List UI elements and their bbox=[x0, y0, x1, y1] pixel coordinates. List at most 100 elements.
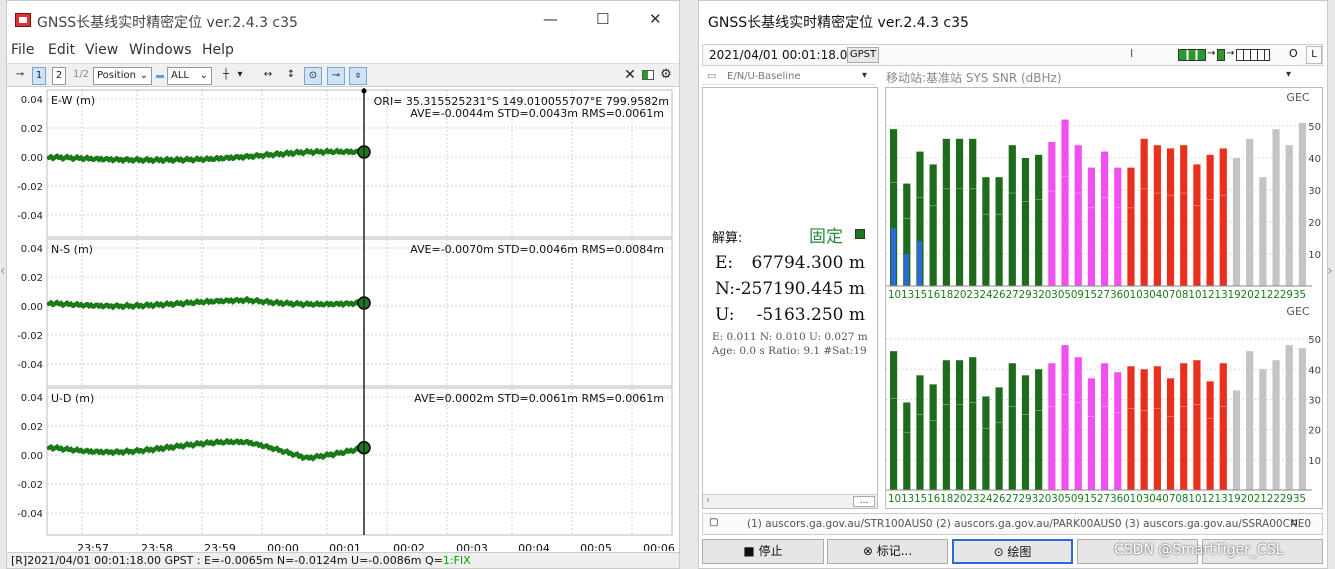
status-bar: [R]2021/04/01 00:01:18.00 GPST : E=-0.00… bbox=[7, 552, 679, 568]
prn-labels: 1013151618202324262729320305091527360103… bbox=[888, 493, 1306, 505]
snr-bar bbox=[890, 351, 898, 490]
snr-bar bbox=[1140, 369, 1148, 490]
mark-button[interactable]: ⊗ 标记... bbox=[827, 539, 948, 564]
east-label: E: bbox=[715, 253, 734, 273]
more-button[interactable]: ... bbox=[853, 496, 875, 507]
page1-button[interactable]: 1 bbox=[32, 67, 46, 85]
plot-type-select[interactable]: Position ⌄ bbox=[93, 67, 152, 85]
connect-icon[interactable]: ⊸ bbox=[11, 67, 29, 85]
snr-bar bbox=[1035, 369, 1043, 490]
snr-bar bbox=[1153, 145, 1161, 286]
snr-bar bbox=[1087, 378, 1096, 490]
snr-bar bbox=[1193, 360, 1201, 490]
snr-bar bbox=[995, 387, 1003, 490]
snr-plot-select[interactable]: 移动站:基准站 SYS SNR (dBHz) ▾ bbox=[886, 69, 1296, 85]
position-plot[interactable]: 0.04 0.02 0.00 -0.02 -0.04 E-W (m) AVE=-0.0044… bbox=[7, 88, 679, 551]
panel-label: U-D (m) bbox=[51, 392, 94, 405]
snr-bar bbox=[1127, 366, 1135, 490]
snr-bar bbox=[1298, 348, 1307, 490]
y-tick-label: 0.04 bbox=[21, 393, 43, 404]
chevron-down-icon: ⌄ bbox=[199, 70, 208, 81]
x-tick-label: 00:04 bbox=[518, 542, 550, 551]
snr-bar bbox=[1021, 158, 1030, 286]
snr-bar bbox=[1219, 363, 1227, 490]
x-tick-label: 00:02 bbox=[393, 542, 425, 551]
snr-bar bbox=[969, 357, 977, 490]
gnss-systems-label: GEC bbox=[1286, 91, 1309, 104]
menu-view[interactable]: View bbox=[85, 42, 118, 58]
y-tick-label: 10 bbox=[1308, 456, 1321, 467]
snr-bar bbox=[1061, 119, 1069, 286]
y-tick-label: 0.04 bbox=[21, 95, 43, 106]
y-tick-label: -0.04 bbox=[17, 509, 43, 520]
snr-bar bbox=[929, 384, 937, 490]
input-indicator bbox=[1178, 49, 1206, 61]
dropdown-arrow-icon: ▾ bbox=[862, 70, 868, 81]
snr-plot-value: 移动站:基准站 SYS SNR (dBHz) bbox=[886, 71, 1062, 85]
snr-bar bbox=[1114, 372, 1122, 490]
accuracy-text: E: 0.011 N: 0.010 U: 0.027 m bbox=[712, 331, 868, 343]
snr-bar bbox=[1285, 145, 1293, 286]
center-origin-icon[interactable]: ⊙ bbox=[304, 67, 322, 85]
plot-button[interactable]: ⊙ 绘图 bbox=[952, 539, 1073, 564]
crosshair-icon[interactable]: ┼ bbox=[219, 67, 233, 85]
x-tick-label: 23:59 bbox=[204, 542, 236, 551]
panel-label: N-S (m) bbox=[51, 243, 93, 256]
color-indicator bbox=[156, 75, 164, 78]
solution-panel: 解算: 固定 E: 67794.300 m N: -257190.445 m U… bbox=[702, 87, 878, 509]
menu-edit[interactable]: Edit bbox=[48, 42, 75, 58]
stream-text: (1) auscors.ga.gov.au/STR100AUS0 (2) aus… bbox=[747, 518, 1312, 530]
y-tick-label: 20 bbox=[1308, 218, 1321, 229]
snr-bar bbox=[1246, 138, 1254, 286]
menu-help[interactable]: Help bbox=[202, 42, 234, 58]
snr-bar bbox=[969, 138, 977, 286]
center-track-icon[interactable]: ⊸ bbox=[327, 67, 345, 85]
snr-bar bbox=[1035, 154, 1043, 286]
scroll-left-icon[interactable]: ‹ bbox=[0, 263, 6, 279]
resize-icon: ▫ bbox=[1291, 517, 1298, 528]
scrollbar[interactable]: ‹ ... bbox=[703, 494, 877, 508]
snr-bar bbox=[1021, 375, 1030, 490]
input-stream-button[interactable]: I bbox=[1130, 47, 1133, 60]
snr-chart: 50 40 30 20 10 GEC 101315161820232426272932030… bbox=[886, 91, 1321, 505]
origin-text: ORI= 35.315525231°S 149.010055707°E 799.… bbox=[374, 95, 669, 108]
solution-type-select[interactable]: ▭ E/N/U-Baseline ▾ bbox=[702, 69, 877, 85]
gear-icon[interactable]: ⚙ bbox=[659, 67, 673, 85]
snr-bar bbox=[1153, 366, 1161, 490]
time-sync-icon[interactable]: ⌽ bbox=[349, 67, 367, 85]
fit-horizontal-icon[interactable]: ↔ bbox=[260, 67, 276, 85]
window-title: GNSS长基线实时精密定位 ver.2.4.3 c35 bbox=[708, 15, 969, 31]
fit-vertical-icon[interactable]: ↕ bbox=[283, 67, 299, 85]
snr-bar bbox=[1048, 142, 1056, 286]
close-plot-icon[interactable]: ✕ bbox=[624, 67, 636, 85]
output-stream-button[interactable]: O bbox=[1289, 47, 1298, 60]
status-bar-icon bbox=[641, 67, 655, 85]
arrow-right-icon: → bbox=[1226, 48, 1235, 59]
stop-button[interactable]: ■ 停止 bbox=[702, 539, 824, 564]
scroll-right-icon[interactable]: › bbox=[1327, 263, 1333, 279]
y-tick-label: -0.04 bbox=[17, 211, 43, 222]
dropdown-arrow-icon[interactable]: ▾ bbox=[235, 67, 245, 85]
window-title: GNSS长基线实时精密定位 ver.2.4.3 c35 bbox=[37, 15, 298, 31]
snr-bar bbox=[942, 360, 950, 490]
snr-bar bbox=[995, 177, 1003, 286]
sat-filter-select[interactable]: ALL ⌄ bbox=[167, 67, 212, 85]
scroll-left-icon[interactable]: ‹ bbox=[706, 495, 710, 506]
page2-button[interactable]: 2 bbox=[52, 67, 66, 85]
page-both-button[interactable]: 1/2 bbox=[71, 67, 91, 85]
menu-file[interactable]: File bbox=[11, 42, 34, 58]
close-icon[interactable]: ✕ bbox=[649, 10, 662, 28]
solution-status: 固定 bbox=[809, 227, 843, 247]
snr-bar bbox=[942, 138, 950, 286]
snr-bar bbox=[1180, 363, 1188, 490]
y-tick-label: 50 bbox=[1308, 122, 1321, 133]
cursor-top-icon bbox=[361, 88, 367, 94]
snr-bar bbox=[1074, 357, 1082, 490]
minimize-icon[interactable]: — bbox=[543, 10, 558, 28]
snr-bar bbox=[1166, 378, 1175, 490]
maximize-icon[interactable]: ☐ bbox=[596, 10, 609, 28]
menu-windows[interactable]: Windows bbox=[129, 42, 192, 58]
time-system-button[interactable]: GPST bbox=[847, 47, 879, 63]
process-indicator bbox=[1217, 49, 1225, 61]
log-stream-button[interactable]: L bbox=[1306, 46, 1322, 64]
